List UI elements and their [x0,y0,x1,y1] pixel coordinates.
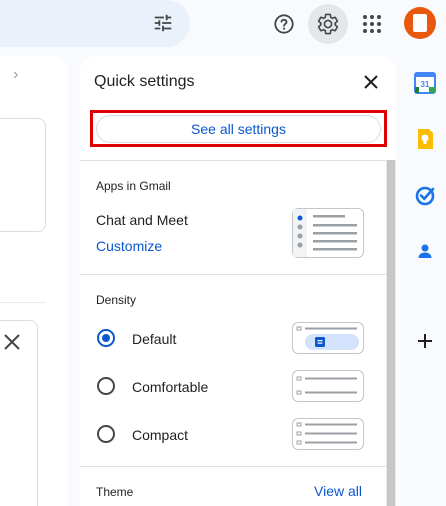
apps-section-label: Apps in Gmail [96,179,171,193]
customize-link[interactable]: Customize [96,238,162,254]
chevron-right-icon[interactable]: › [13,66,18,84]
help-icon [274,14,294,34]
mail-card [0,118,46,232]
tune-icon[interactable] [152,12,174,34]
scrollbar-thumb[interactable] [387,160,395,506]
close-icon[interactable] [362,73,380,91]
side-panel-rail: 31 [404,56,446,506]
tasks-icon[interactable] [414,184,436,206]
view-all-themes-link[interactable]: View all [314,483,362,499]
see-all-settings-button[interactable]: See all settings [96,115,381,143]
divider [80,466,386,467]
close-icon[interactable] [2,332,22,352]
apps-button[interactable] [352,4,392,44]
density-comfortable-thumbnail [292,370,364,402]
divider [0,302,46,303]
density-option-label[interactable]: Comfortable [132,379,208,395]
mail-panel: › [0,56,68,506]
theme-section-label: Theme [96,485,134,499]
density-option-label[interactable]: Compact [132,427,188,443]
apps-icon [363,15,381,33]
density-comfortable-radio[interactable] [97,377,115,395]
top-bar [0,0,446,56]
apps-layout-thumbnail [292,208,364,258]
density-default-radio[interactable] [97,329,115,347]
keep-icon[interactable] [414,128,436,150]
density-option-label[interactable]: Default [132,331,176,347]
divider [80,274,386,275]
settings-button[interactable] [308,4,348,44]
contacts-icon[interactable] [414,240,436,262]
gear-icon [317,13,339,35]
calendar-icon[interactable]: 31 [414,72,436,94]
avatar[interactable] [404,7,436,39]
quick-settings-panel: Quick settings See all settings Apps in … [80,56,396,506]
add-icon[interactable] [414,330,436,352]
density-section-label: Density [96,293,137,307]
density-compact-thumbnail [292,418,364,450]
quick-settings-title: Quick settings [94,73,195,90]
apps-value: Chat and Meet [96,212,188,228]
divider [80,160,386,161]
help-button[interactable] [264,4,304,44]
density-compact-radio[interactable] [97,425,115,443]
calendar-day-text: 31 [421,80,430,89]
highlight-box: See all settings [90,110,387,147]
density-default-thumbnail [292,322,364,354]
